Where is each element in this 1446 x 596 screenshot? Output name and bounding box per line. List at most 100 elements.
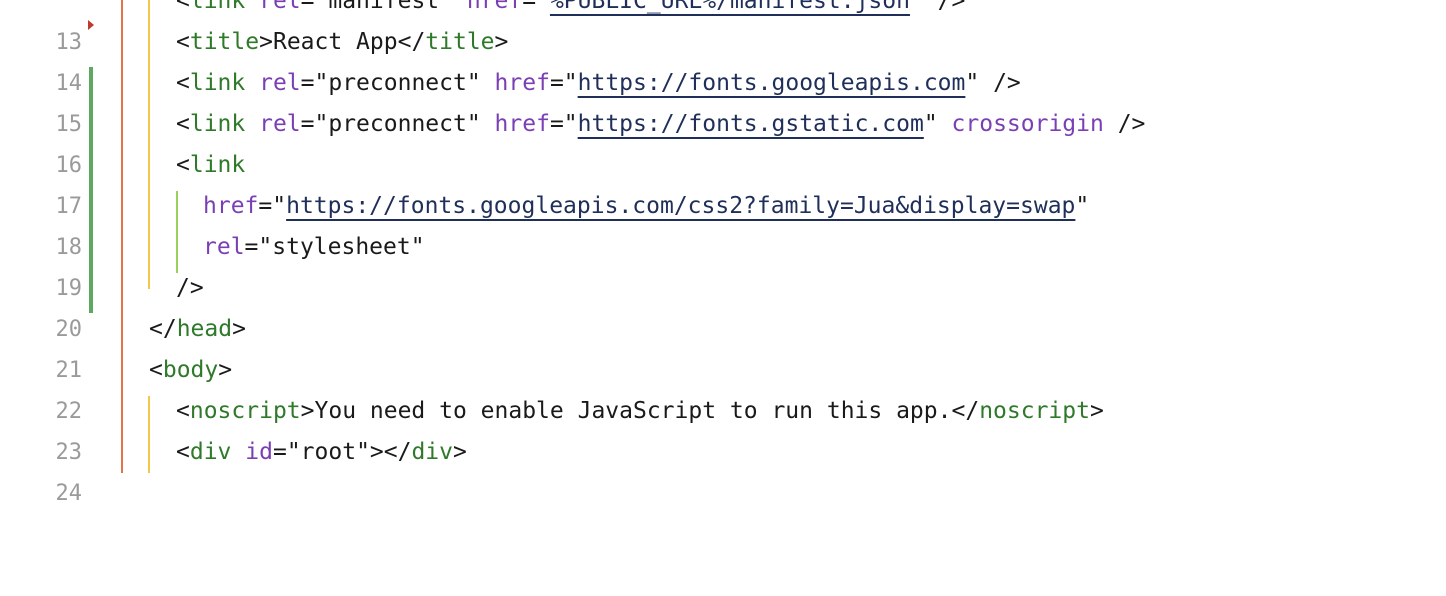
- code-line-17[interactable]: 17 <link: [0, 145, 1446, 219]
- token-punct: ": [923, 111, 952, 137]
- token-text: React App: [272, 29, 398, 55]
- code-line-24[interactable]: 24 <div id="root"></div>: [0, 432, 1446, 506]
- token-punct: " />: [909, 0, 966, 14]
- token-punct: [245, 70, 259, 96]
- token-attr: href: [203, 193, 259, 219]
- token-url: https://fonts.googleapis.com: [577, 70, 966, 96]
- token-punct: =": [258, 193, 287, 219]
- token-punct: />: [176, 275, 204, 301]
- code-content: <link rel="preconnect" href="https://fon…: [176, 104, 1145, 145]
- token-punct: >: [232, 316, 246, 342]
- token-punct: =": [300, 111, 329, 137]
- token-punct: =": [300, 70, 329, 96]
- token-punct: ": [439, 0, 467, 14]
- token-punct: <: [176, 152, 190, 178]
- code-content: rel="stylesheet": [203, 227, 425, 268]
- token-str: manifest: [328, 0, 440, 14]
- code-content: <link: [176, 145, 245, 186]
- token-attr: href: [494, 111, 550, 137]
- code-content: <div id="root"></div>: [176, 432, 467, 473]
- token-punct: <: [176, 29, 190, 55]
- token-punct: >: [453, 439, 467, 465]
- token-url: https://fonts.gstatic.com: [577, 111, 924, 137]
- token-punct: <: [176, 0, 190, 14]
- token-punct: </: [397, 29, 426, 55]
- token-punct: [231, 439, 245, 465]
- code-line-15[interactable]: 15 <link rel="preconnect" href="https://…: [0, 63, 1446, 137]
- token-punct: <: [176, 70, 190, 96]
- token-punct: [245, 111, 259, 137]
- token-attr: rel: [259, 111, 301, 137]
- token-tag: title: [189, 29, 260, 55]
- code-line-16[interactable]: 16 <link rel="preconnect" href="https://…: [0, 104, 1446, 178]
- token-punct: ": [466, 70, 495, 96]
- token-tag: div: [411, 439, 453, 465]
- token-punct: <: [176, 439, 190, 465]
- token-punct: </: [951, 398, 980, 424]
- token-tag: link: [189, 0, 246, 14]
- code-content: <title>React App</title>: [176, 22, 508, 63]
- token-punct: </: [149, 316, 177, 342]
- token-punct: " />: [965, 70, 1021, 96]
- code-content: <link rel="manifest" href="%PUBLIC_URL%/…: [176, 0, 965, 22]
- token-punct: [245, 0, 259, 14]
- code-line-19[interactable]: 19 rel="stylesheet": [0, 227, 1446, 301]
- token-tag: link: [189, 70, 246, 96]
- token-punct: ": [466, 111, 495, 137]
- token-punct: ": [1075, 193, 1090, 219]
- code-editor[interactable]: 13 <link rel="manifest" href="%PUBLIC_UR…: [0, 0, 1446, 506]
- token-punct: =": [244, 234, 273, 260]
- code-line-23[interactable]: 23 <noscript>You need to enable JavaScri…: [0, 391, 1446, 465]
- code-content: </head>: [149, 309, 246, 350]
- token-punct: >: [218, 357, 233, 383]
- code-content: <noscript>You need to enable JavaScript …: [176, 391, 1104, 432]
- token-attr: href: [466, 0, 523, 14]
- token-tag: body: [162, 357, 219, 383]
- token-punct: =": [522, 0, 550, 14]
- token-attr: id: [245, 439, 273, 465]
- token-attr: rel: [203, 234, 245, 260]
- line-number: 24: [55, 481, 83, 506]
- token-url: %PUBLIC_URL%/manifest.json: [549, 0, 910, 14]
- token-str: preconnect: [328, 70, 467, 96]
- token-tag: link: [189, 152, 246, 178]
- code-content: />: [176, 268, 204, 309]
- code-line-20[interactable]: 20 />: [0, 268, 1446, 342]
- code-line-21[interactable]: 21 </head>: [0, 309, 1446, 383]
- token-attr: rel: [259, 70, 301, 96]
- token-punct: >: [300, 398, 315, 424]
- token-tag: noscript: [189, 398, 301, 424]
- code-line-22[interactable]: 22 <body>: [0, 350, 1446, 424]
- token-tag: div: [189, 439, 232, 465]
- code-content: <link rel="preconnect" href="https://fon…: [176, 63, 1021, 104]
- token-attr: crossorigin: [951, 111, 1104, 137]
- token-punct: >: [494, 29, 509, 55]
- token-punct: <: [149, 357, 163, 383]
- token-url: https://fonts.googleapis.com/css2?family…: [286, 193, 1076, 219]
- token-punct: "></: [356, 439, 412, 465]
- code-content: <body>: [149, 350, 232, 391]
- code-content: href="https://fonts.googleapis.com/css2?…: [203, 186, 1089, 227]
- token-punct: =": [300, 0, 329, 14]
- token-punct: =": [549, 70, 578, 96]
- code-line-14[interactable]: 14 <title>React App</title>: [0, 22, 1446, 96]
- token-punct: >: [259, 29, 273, 55]
- token-attr: href: [494, 70, 550, 96]
- token-str: preconnect: [328, 111, 467, 137]
- token-punct: >: [1089, 398, 1104, 424]
- token-tag: head: [176, 316, 233, 342]
- token-punct: ": [410, 234, 425, 260]
- token-punct: <: [176, 111, 190, 137]
- token-punct: />: [1103, 111, 1146, 137]
- code-line-18[interactable]: 18 href="https://fonts.googleapis.com/cs…: [0, 186, 1446, 260]
- token-punct: <: [176, 398, 190, 424]
- token-punct: =": [549, 111, 578, 137]
- token-tag: noscript: [979, 398, 1090, 424]
- token-tag: title: [425, 29, 495, 55]
- token-str: stylesheet: [272, 234, 411, 260]
- token-attr: rel: [259, 0, 301, 14]
- token-text: You need to enable JavaScript to run thi…: [314, 398, 952, 424]
- token-tag: link: [189, 111, 246, 137]
- code-line-13[interactable]: 13 <link rel="manifest" href="%PUBLIC_UR…: [0, 0, 1446, 55]
- token-str: root: [300, 439, 357, 465]
